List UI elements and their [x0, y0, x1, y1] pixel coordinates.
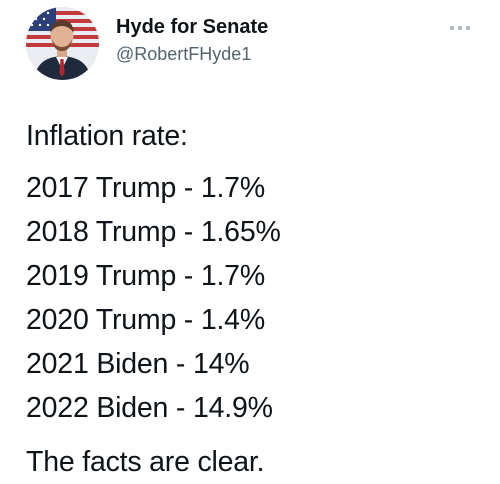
author-display-name[interactable]: Hyde for Senate	[116, 16, 268, 39]
tweet-line: 2021 Biden - 14%	[26, 348, 250, 380]
tweet-closing: The facts are clear.	[26, 446, 265, 478]
author-avatar[interactable]	[26, 7, 99, 80]
tweet-line: 2022 Biden - 14.9%	[26, 392, 273, 424]
tweet-line: 2018 Trump - 1.65%	[26, 216, 281, 248]
tweet-line: 2020 Trump - 1.4%	[26, 304, 265, 336]
more-horizontal-icon[interactable]	[448, 22, 472, 34]
author-handle[interactable]: @RobertFHyde1	[116, 44, 251, 65]
tweet-line: 2017 Trump - 1.7%	[26, 172, 265, 204]
tweet-card: Hyde for Senate @RobertFHyde1 Inflation …	[0, 0, 500, 478]
tweet-text: Inflation rate: 2017 Trump - 1.7% 2018 T…	[26, 114, 486, 484]
tweet-heading: Inflation rate:	[26, 120, 188, 152]
avatar-photo	[26, 7, 99, 80]
tweet-line: 2019 Trump - 1.7%	[26, 260, 265, 292]
